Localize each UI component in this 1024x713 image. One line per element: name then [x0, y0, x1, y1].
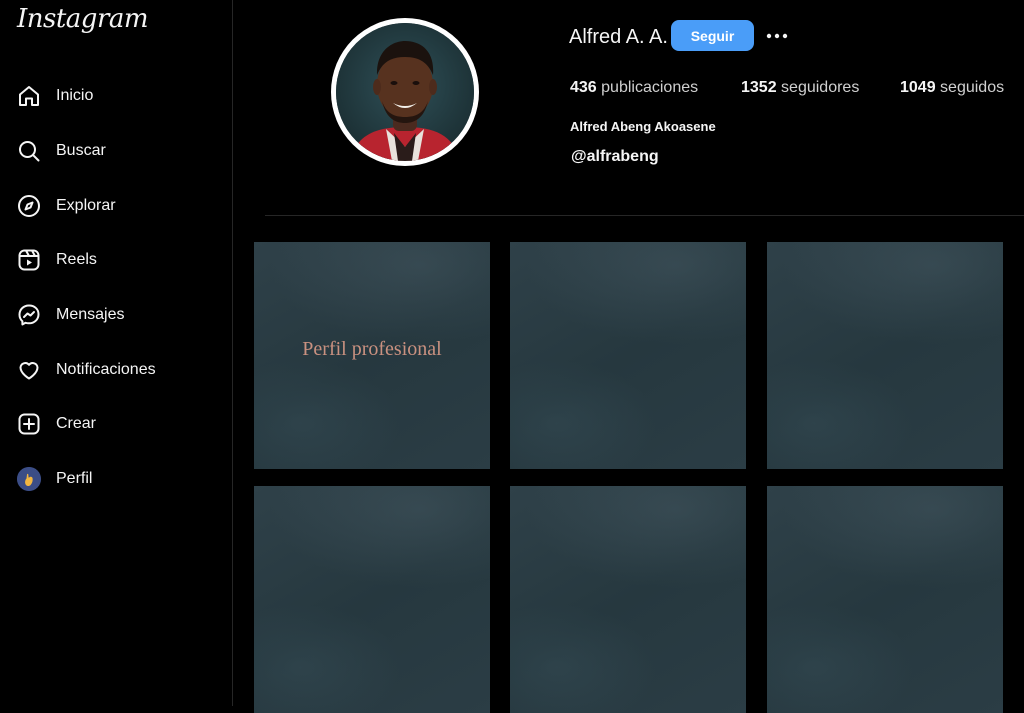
posts-label: publicaciones [601, 79, 699, 96]
follow-button[interactable]: Seguir [671, 20, 754, 51]
more-options-button[interactable] [764, 22, 790, 48]
sidebar-item-explorar[interactable]: Explorar [0, 178, 232, 233]
plus-square-icon [17, 412, 41, 436]
header-divider [265, 215, 1024, 216]
sidebar: Instagram Inicio Buscar Explorar Reels M… [0, 0, 233, 706]
sidebar-item-reels[interactable]: Reels [0, 233, 232, 288]
compass-icon [17, 194, 41, 218]
followers-label: seguidores [781, 79, 860, 96]
sidebar-item-inicio[interactable]: Inicio [0, 69, 232, 124]
following-count: 1049 [900, 79, 936, 96]
sidebar-item-label: Inicio [56, 87, 94, 105]
posts-count-stat: 436 publicaciones [570, 79, 698, 97]
sidebar-item-perfil[interactable]: Perfil [0, 452, 232, 507]
sidebar-item-mensajes[interactable]: Mensajes [0, 288, 232, 343]
post-tile[interactable] [254, 486, 490, 713]
heart-icon [17, 358, 41, 382]
followers-count: 1352 [741, 79, 777, 96]
sidebar-item-buscar[interactable]: Buscar [0, 124, 232, 179]
profile-handle: @alfrabeng [571, 148, 659, 165]
followers-stat[interactable]: 1352 seguidores [741, 79, 859, 97]
sidebar-item-notificaciones[interactable]: Notificaciones [0, 342, 232, 397]
reels-icon [17, 248, 41, 272]
sidebar-item-label: Notificaciones [56, 360, 156, 378]
profile-full-name: Alfred Abeng Akoasene [570, 119, 716, 134]
post-tile[interactable] [510, 486, 746, 713]
post-tile[interactable] [767, 242, 1003, 469]
sidebar-item-label: Buscar [56, 142, 106, 160]
sidebar-item-label: Explorar [56, 196, 116, 214]
sidebar-item-label: Mensajes [56, 306, 125, 324]
following-label: seguidos [940, 79, 1005, 96]
post-caption: Perfil profesional [302, 338, 442, 360]
search-icon [17, 139, 41, 163]
sidebar-item-crear[interactable]: Crear [0, 397, 232, 452]
post-tile[interactable] [510, 242, 746, 469]
profile-portrait-image [336, 23, 474, 161]
avatar [17, 467, 41, 492]
sidebar-item-label: Crear [56, 415, 97, 433]
post-tile[interactable] [767, 486, 1003, 713]
messenger-icon [17, 303, 41, 327]
sidebar-nav: Inicio Buscar Explorar Reels Mensajes No… [0, 69, 232, 507]
more-horizontal-icon [766, 26, 788, 44]
instagram-logo[interactable]: Instagram [17, 4, 149, 34]
home-icon [17, 84, 41, 108]
profile-photo[interactable] [331, 18, 479, 166]
sidebar-item-label: Reels [56, 251, 97, 269]
profile-username: Alfred A. A. [569, 26, 668, 48]
posts-count: 436 [570, 79, 597, 96]
post-tile[interactable]: Perfil profesional [254, 242, 490, 469]
following-stat[interactable]: 1049 seguidos [900, 79, 1004, 97]
sidebar-item-label: Perfil [56, 470, 93, 488]
